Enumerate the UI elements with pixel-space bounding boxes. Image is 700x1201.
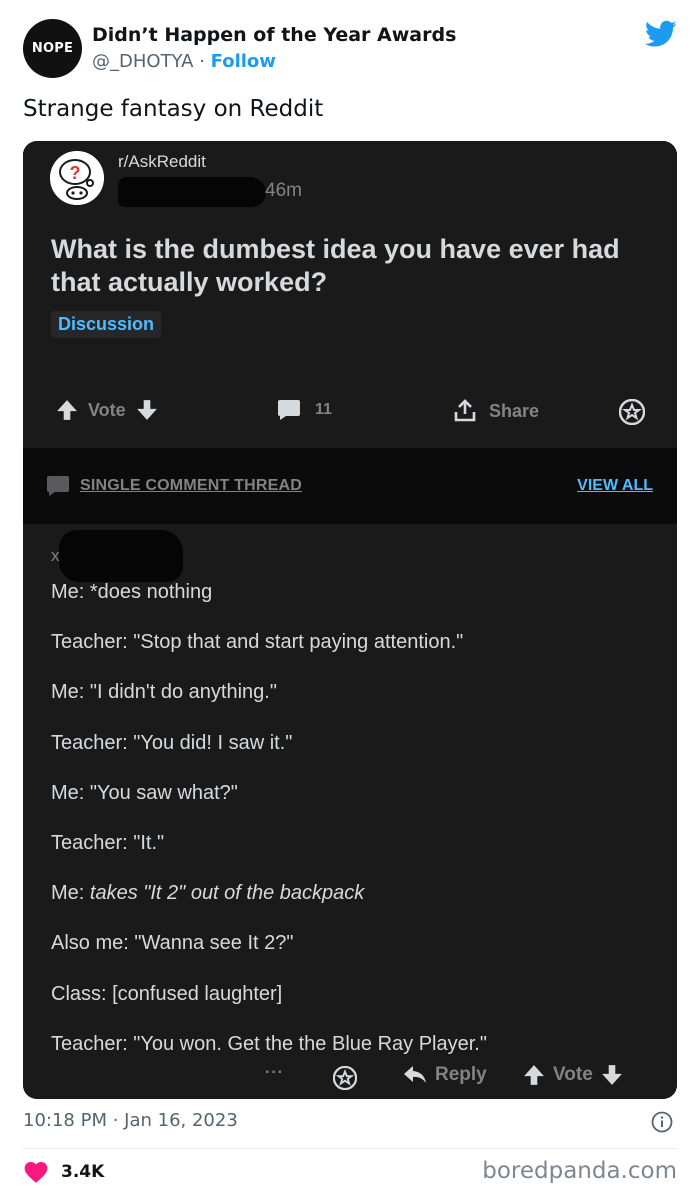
reply-label: Reply <box>435 1064 487 1085</box>
upvote-icon[interactable] <box>523 1064 545 1086</box>
view-all-link[interactable]: VIEW ALL <box>577 477 653 495</box>
follow-button[interactable]: Follow <box>211 51 276 72</box>
award-icon[interactable] <box>333 1066 357 1090</box>
single-comment-thread-bar: SINGLE COMMENT THREAD VIEW ALL <box>23 448 677 524</box>
comment: x m Me: *does nothing Teacher: "Stop tha… <box>23 524 677 1099</box>
upvote-icon[interactable] <box>56 399 78 421</box>
flair-badge[interactable]: Discussion <box>51 311 162 338</box>
svg-text:?: ? <box>70 163 81 183</box>
vote-label: Vote <box>553 1064 593 1085</box>
askreddit-icon: ? <box>50 151 104 205</box>
handle-separator: · <box>193 51 211 72</box>
post-title[interactable]: What is the dumbest idea you have ever h… <box>51 233 651 299</box>
info-icon[interactable] <box>651 1111 673 1133</box>
more-options-button[interactable]: ··· <box>265 1064 284 1082</box>
heart-icon <box>24 1162 48 1183</box>
comments-button[interactable]: 11 <box>277 399 332 421</box>
comment-body: Me: *does nothing Teacher: "Stop that an… <box>51 580 651 1082</box>
share-label: Share <box>489 400 540 421</box>
share-icon <box>454 399 476 422</box>
comment-icon <box>278 400 300 420</box>
comment-line: Me: "I didn't do anything." <box>51 681 277 704</box>
redacted-username <box>118 177 266 207</box>
reply-icon <box>404 1066 426 1083</box>
comment-line: Teacher: "You did! I saw it." <box>51 731 293 754</box>
downvote-icon[interactable] <box>136 399 158 421</box>
award-icon[interactable] <box>619 399 645 425</box>
divider <box>23 1148 677 1149</box>
comment-action-bar: ··· Reply Vote <box>23 1064 677 1094</box>
comment-line: Also me: "Wanna see It 2?" <box>51 932 294 955</box>
reddit-screenshot[interactable]: ? r/AskReddit u 46m What is the dumbest … <box>23 141 677 1099</box>
handle-row: @_DHOTYA · Follow <box>92 51 276 72</box>
like-button[interactable]: 3.4K <box>23 1160 104 1184</box>
handle[interactable]: @_DHOTYA <box>92 51 193 72</box>
like-count: 3.4K <box>61 1162 105 1182</box>
tweet-timestamp[interactable]: 10:18 PM · Jan 16, 2023 <box>23 1110 238 1131</box>
post-action-bar: Vote 11 Share <box>23 393 677 433</box>
comment-line: Me: takes "It 2" out of the backpack <box>51 882 365 905</box>
share-button[interactable]: Share <box>453 399 539 423</box>
post-time: 46m <box>265 180 302 201</box>
comment-line: Me: *does nothing <box>51 581 213 603</box>
twitter-bird-icon[interactable] <box>645 20 677 48</box>
single-comment-thread-link[interactable]: SINGLE COMMENT THREAD <box>80 477 302 495</box>
comment-line: Me: "You saw what?" <box>51 781 238 804</box>
reply-button[interactable]: Reply <box>403 1064 487 1086</box>
watermark: boredpanda.com <box>482 1158 677 1184</box>
comment-vote: Vote <box>523 1064 623 1086</box>
redacted-commenter <box>59 530 183 582</box>
comment-line: Class: [confused laughter] <box>51 982 283 1005</box>
comment-icon <box>47 476 69 496</box>
display-name[interactable]: Didn’t Happen of the Year Awards <box>92 24 456 46</box>
comment-line: Teacher: "Stop that and start paying att… <box>51 631 464 654</box>
post-vote: Vote <box>56 399 158 421</box>
avatar-text: NOPE <box>31 41 74 56</box>
comment-count: 11 <box>315 401 332 418</box>
subreddit-name[interactable]: r/AskReddit <box>118 152 206 172</box>
avatar[interactable]: NOPE <box>23 19 82 78</box>
comment-line: Teacher: "It." <box>51 831 165 854</box>
vote-label: Vote <box>88 399 126 420</box>
tweet-text: Strange fantasy on Reddit <box>23 96 324 122</box>
downvote-icon[interactable] <box>601 1064 623 1086</box>
